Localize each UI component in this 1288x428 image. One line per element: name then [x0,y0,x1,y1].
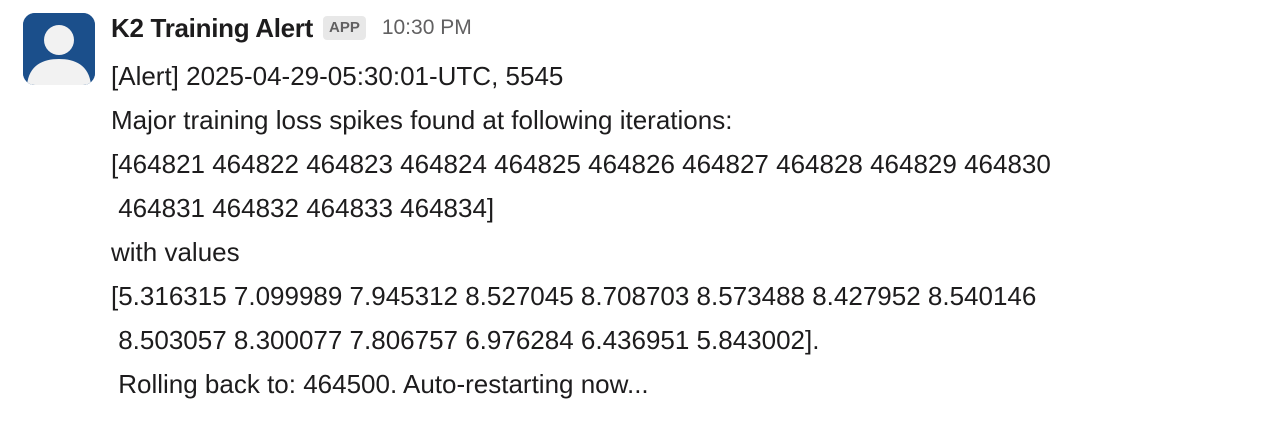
chat-message: K2 Training Alert APP 10:30 PM [Alert] 2… [0,0,1288,428]
message-header: K2 Training Alert APP 10:30 PM [111,10,472,46]
user-silhouette-icon [23,13,95,85]
sender-name[interactable]: K2 Training Alert [111,13,313,44]
message-line: 464831 464832 464833 464834] [111,193,495,223]
app-badge: APP [322,16,366,40]
message-line: with values [111,237,240,267]
message-body: [Alert] 2025-04-29-05:30:01-UTC, 5545 Ma… [111,54,1271,406]
message-timestamp[interactable]: 10:30 PM [382,16,472,40]
message-line: [464821 464822 464823 464824 464825 4648… [111,149,1051,179]
message-line: Rolling back to: 464500. Auto-restarting… [111,369,649,399]
message-line: [5.316315 7.099989 7.945312 8.527045 8.7… [111,281,1037,311]
message-line: [Alert] 2025-04-29-05:30:01-UTC, 5545 [111,61,564,91]
message-line: Major training loss spikes found at foll… [111,105,733,135]
avatar[interactable] [23,13,95,85]
message-line: 8.503057 8.300077 7.806757 6.976284 6.43… [111,325,820,355]
